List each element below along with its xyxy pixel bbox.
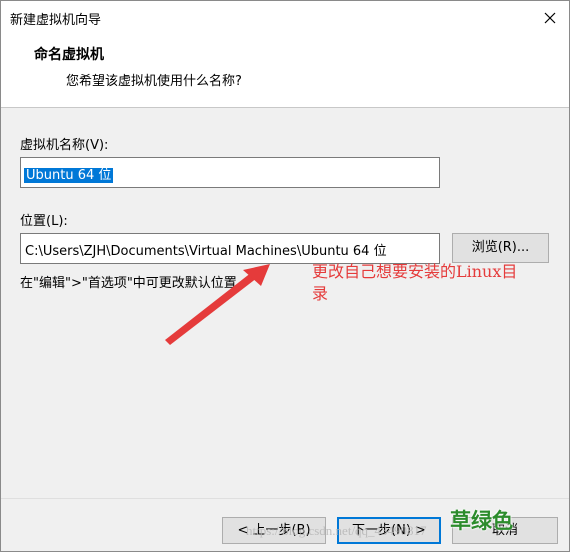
wizard-header: 命名虚拟机 您希望该虚拟机使用什么名称? (1, 35, 569, 107)
close-icon[interactable] (538, 6, 562, 30)
page-heading: 命名虚拟机 (34, 47, 104, 63)
wizard-footer: < 上一步(B) 下一步(N) > 取消 https://blog.csdn.n… (1, 498, 569, 551)
location-label: 位置(L): (20, 214, 68, 229)
vm-name-value: Ubuntu 64 位 (24, 168, 114, 183)
window-title: 新建虚拟机向导 (10, 13, 102, 28)
watermark-url: https://blog.csdn.net/qq_43490817 (246, 523, 427, 538)
wizard-body: 虚拟机名称(V): Ubuntu 64 位 位置(L): C:\Users\ZJ… (1, 108, 569, 498)
wizard-window: 新建虚拟机向导 命名虚拟机 您希望该虚拟机使用什么名称? 虚拟机名称(V): U… (0, 0, 570, 552)
annotation-line-1: 更改自己想要安装的Linux目 (312, 262, 518, 281)
logo-watermark: 草绿色 (450, 509, 513, 533)
page-subheading: 您希望该虚拟机使用什么名称? (66, 74, 242, 89)
title-bar: 新建虚拟机向导 (1, 1, 569, 35)
vm-name-label: 虚拟机名称(V): (20, 138, 109, 153)
annotation-arrow (165, 264, 270, 345)
annotation-line-2: 录 (312, 284, 329, 303)
annotation-text: 更改自己想要安装的Linux目 录 (312, 261, 562, 305)
browse-button[interactable]: 浏览(R)... (452, 233, 549, 263)
vm-name-input[interactable]: Ubuntu 64 位 (20, 157, 440, 188)
